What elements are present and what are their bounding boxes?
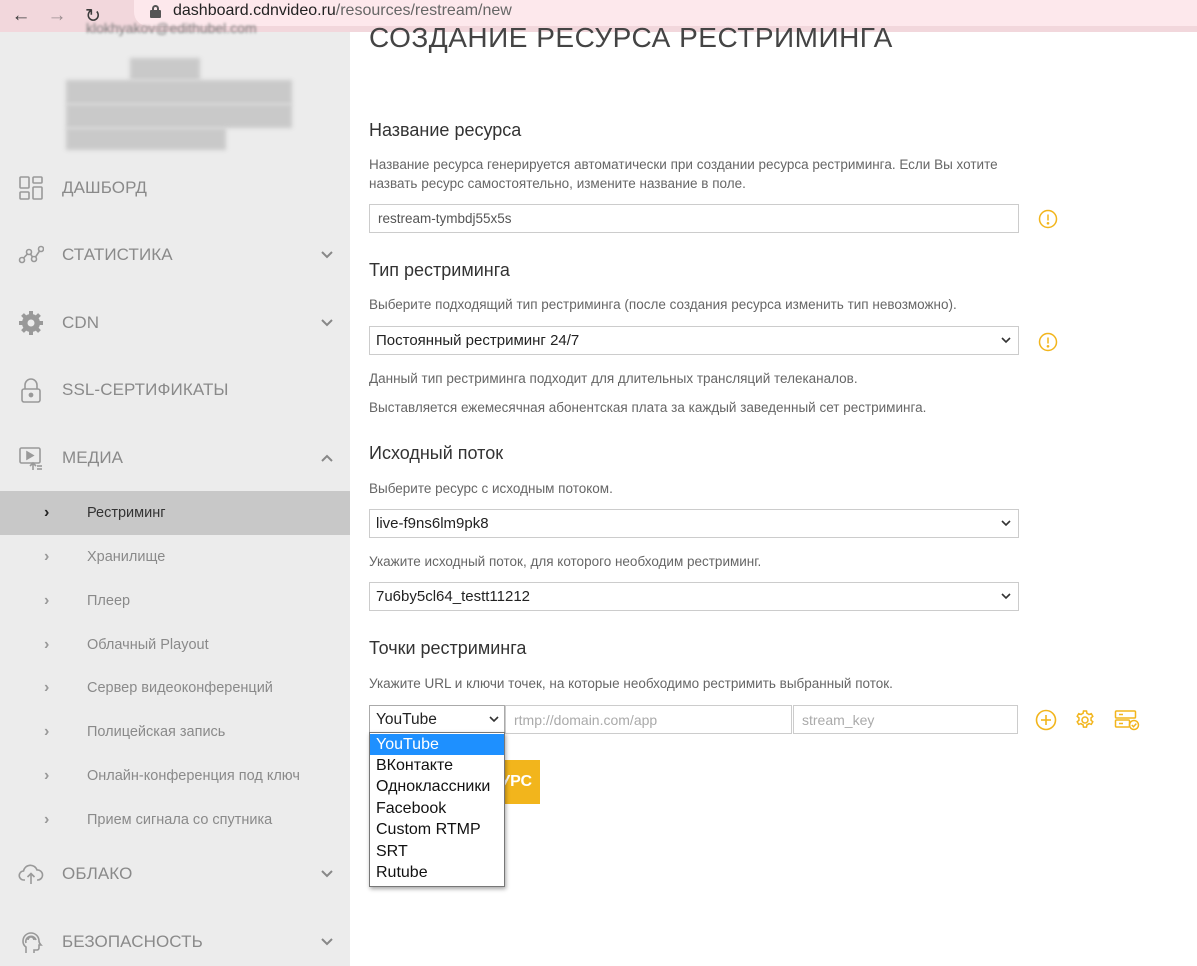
section-title-source-stream: Исходный поток bbox=[369, 443, 504, 463]
dropdown-option-rutube[interactable]: Rutube bbox=[370, 862, 504, 883]
restream-type-hint: Выберите подходящий тип рестриминга (пос… bbox=[369, 297, 957, 312]
chevron-down-icon[interactable] bbox=[319, 866, 335, 882]
info-icon[interactable] bbox=[1038, 332, 1058, 352]
sub-item-label: Онлайн-конференция под ключ bbox=[87, 768, 300, 784]
nav-ssl-certificates[interactable]: SSL-СЕРТИФИКАТЫ bbox=[0, 370, 350, 410]
restream-type-value: Постоянный рестриминг 24/7 bbox=[376, 332, 580, 349]
chevron-down-icon[interactable] bbox=[319, 315, 335, 331]
chevron-down-icon bbox=[1001, 593, 1011, 600]
dropdown-option-custom-rtmp[interactable]: Custom RTMP bbox=[370, 820, 504, 841]
url-host: dashboard.cdnvideo.ru bbox=[173, 2, 336, 19]
chevron-right-icon: › bbox=[44, 723, 50, 740]
sidebar-item-police-recording[interactable]: › Полицейская запись bbox=[0, 710, 350, 754]
server-check-icon[interactable] bbox=[1114, 709, 1140, 731]
dashboard-icon bbox=[19, 176, 43, 200]
platform-dropdown-list: YouTube ВКонтакте Одноклассники Facebook… bbox=[369, 732, 505, 887]
url-path: /resources/restream/new bbox=[335, 2, 512, 19]
source-resource-select[interactable]: live-f9ns6lm9pk8 bbox=[369, 509, 1019, 538]
main-content: СОЗДАНИЕ РЕСУРСА РЕСТРИМИНГА Название ре… bbox=[350, 22, 1197, 966]
source-stream-hint: Укажите исходный поток, для которого нео… bbox=[369, 554, 762, 569]
resource-name-hint: Название ресурса генерируется автоматиче… bbox=[369, 157, 998, 191]
platform-value: YouTube bbox=[376, 710, 437, 728]
sidebar-item-turnkey-conference[interactable]: › Онлайн-конференция под ключ bbox=[0, 754, 350, 798]
resource-name-input[interactable]: restream-tymbdj55x5s bbox=[369, 204, 1019, 233]
chevron-down-icon bbox=[1001, 337, 1011, 344]
section-title-restream-points: Точки рестриминга bbox=[369, 638, 527, 658]
lock-icon bbox=[150, 4, 161, 18]
sidebar-item-videoconference-server[interactable]: › Сервер видеоконференций bbox=[0, 666, 350, 710]
dropdown-option-srt[interactable]: SRT bbox=[370, 841, 504, 862]
source-resource-value: live-f9ns6lm9pk8 bbox=[376, 515, 489, 532]
restream-type-note-duration: Данный тип рестриминга подходит для длит… bbox=[369, 371, 858, 386]
media-icon bbox=[19, 447, 42, 470]
chevron-right-icon: › bbox=[44, 504, 50, 521]
sub-item-label: Облачный Playout bbox=[87, 637, 209, 653]
nav-media[interactable]: МЕДИА bbox=[0, 438, 350, 478]
nav-cloud[interactable]: ОБЛАКО bbox=[0, 854, 350, 894]
sidebar-item-restreaming[interactable]: › Рестриминг bbox=[0, 491, 350, 535]
sidebar-item-satellite-signal[interactable]: › Прием сигнала со спутника bbox=[0, 798, 350, 842]
page-title: СОЗДАНИЕ РЕСУРСА РЕСТРИМИНГА bbox=[369, 22, 893, 53]
section-title-restream-type: Тип рестриминга bbox=[369, 260, 510, 280]
nav-cdn[interactable]: CDN bbox=[0, 303, 350, 343]
dropdown-option-vkontakte[interactable]: ВКонтакте bbox=[370, 755, 504, 776]
chevron-down-icon[interactable] bbox=[319, 934, 335, 950]
nav-label: ОБЛАКО bbox=[62, 864, 133, 883]
restream-type-note-fee: Выставляется ежемесячная абонентская пла… bbox=[369, 400, 927, 415]
chevron-right-icon: › bbox=[44, 679, 50, 696]
nav-label: БЕЗОПАСНОСТЬ bbox=[62, 932, 203, 951]
sub-item-label: Рестриминг bbox=[87, 505, 166, 521]
avatar bbox=[66, 58, 292, 152]
source-stream-select[interactable]: 7u6by5cl64_testt11212 bbox=[369, 582, 1019, 611]
chevron-down-icon bbox=[1001, 520, 1011, 527]
sidebar-item-player[interactable]: › Плеер bbox=[0, 579, 350, 623]
sub-item-label: Плеер bbox=[87, 593, 131, 609]
nav-label: СТАТИСТИКА bbox=[62, 245, 173, 264]
sidebar-item-cloud-playout[interactable]: › Облачный Playout bbox=[0, 623, 350, 667]
nav-label: ДАШБОРД bbox=[62, 178, 148, 197]
stream-key-input[interactable]: stream_key bbox=[793, 705, 1018, 734]
nav-label: МЕДИА bbox=[62, 448, 124, 467]
chevron-up-icon[interactable] bbox=[319, 450, 335, 466]
chevron-down-icon[interactable] bbox=[319, 247, 335, 263]
cloud-upload-icon bbox=[18, 864, 44, 884]
nav-security[interactable]: БЕЗОПАСНОСТЬ bbox=[0, 922, 350, 962]
info-icon[interactable] bbox=[1038, 209, 1058, 229]
sub-item-label: Хранилище bbox=[87, 549, 166, 565]
sub-item-label: Сервер видеоконференций bbox=[87, 680, 273, 696]
section-title-resource-name: Название ресурса bbox=[369, 120, 522, 140]
nav-statistics[interactable]: СТАТИСТИКА bbox=[0, 235, 350, 275]
lock-icon bbox=[21, 378, 41, 403]
sub-item-label: Полицейская запись bbox=[87, 724, 226, 740]
sub-item-label: Прием сигнала со спутника bbox=[87, 812, 273, 828]
dropdown-option-youtube[interactable]: YouTube bbox=[370, 734, 504, 756]
sidebar-item-storage[interactable]: › Хранилище bbox=[0, 535, 350, 579]
chevron-right-icon: › bbox=[44, 636, 50, 653]
chevron-right-icon: › bbox=[44, 767, 50, 784]
nav-label: SSL-СЕРТИФИКАТЫ bbox=[62, 380, 229, 399]
gear-icon bbox=[19, 311, 43, 335]
nav-dashboard[interactable]: ДАШБОРД bbox=[0, 168, 350, 208]
chevron-right-icon: › bbox=[44, 592, 50, 609]
dropdown-option-facebook[interactable]: Facebook bbox=[370, 798, 504, 819]
restream-points-hint: Укажите URL и ключи точек, на которые не… bbox=[369, 676, 893, 691]
dropdown-option-odnoklassniki[interactable]: Одноклассники bbox=[370, 777, 504, 798]
chevron-right-icon: › bbox=[44, 811, 50, 828]
platform-select[interactable]: YouTube bbox=[369, 705, 505, 734]
nav-label: CDN bbox=[62, 313, 100, 332]
chevron-down-icon bbox=[489, 716, 499, 723]
user-email: klokhyakov@edithubel.com bbox=[86, 20, 257, 36]
settings-gear-icon[interactable] bbox=[1074, 709, 1096, 731]
rtmp-url-input[interactable]: rtmp://domain.com/app bbox=[505, 705, 792, 734]
add-point-icon[interactable] bbox=[1035, 709, 1057, 731]
security-icon bbox=[22, 932, 43, 953]
source-resource-hint: Выберите ресурс с исходным потоком. bbox=[369, 481, 613, 496]
back-button[interactable]: ← bbox=[6, 5, 36, 27]
chevron-right-icon: › bbox=[44, 548, 50, 565]
source-stream-value: 7u6by5cl64_testt11212 bbox=[376, 588, 531, 605]
statistics-icon bbox=[18, 245, 44, 264]
sidebar: klokhyakov@edithubel.com ДАШБОРД СТАТИСТ… bbox=[0, 20, 350, 966]
forward-button[interactable]: → bbox=[42, 5, 72, 27]
restream-type-select[interactable]: Постоянный рестриминг 24/7 bbox=[369, 326, 1019, 355]
